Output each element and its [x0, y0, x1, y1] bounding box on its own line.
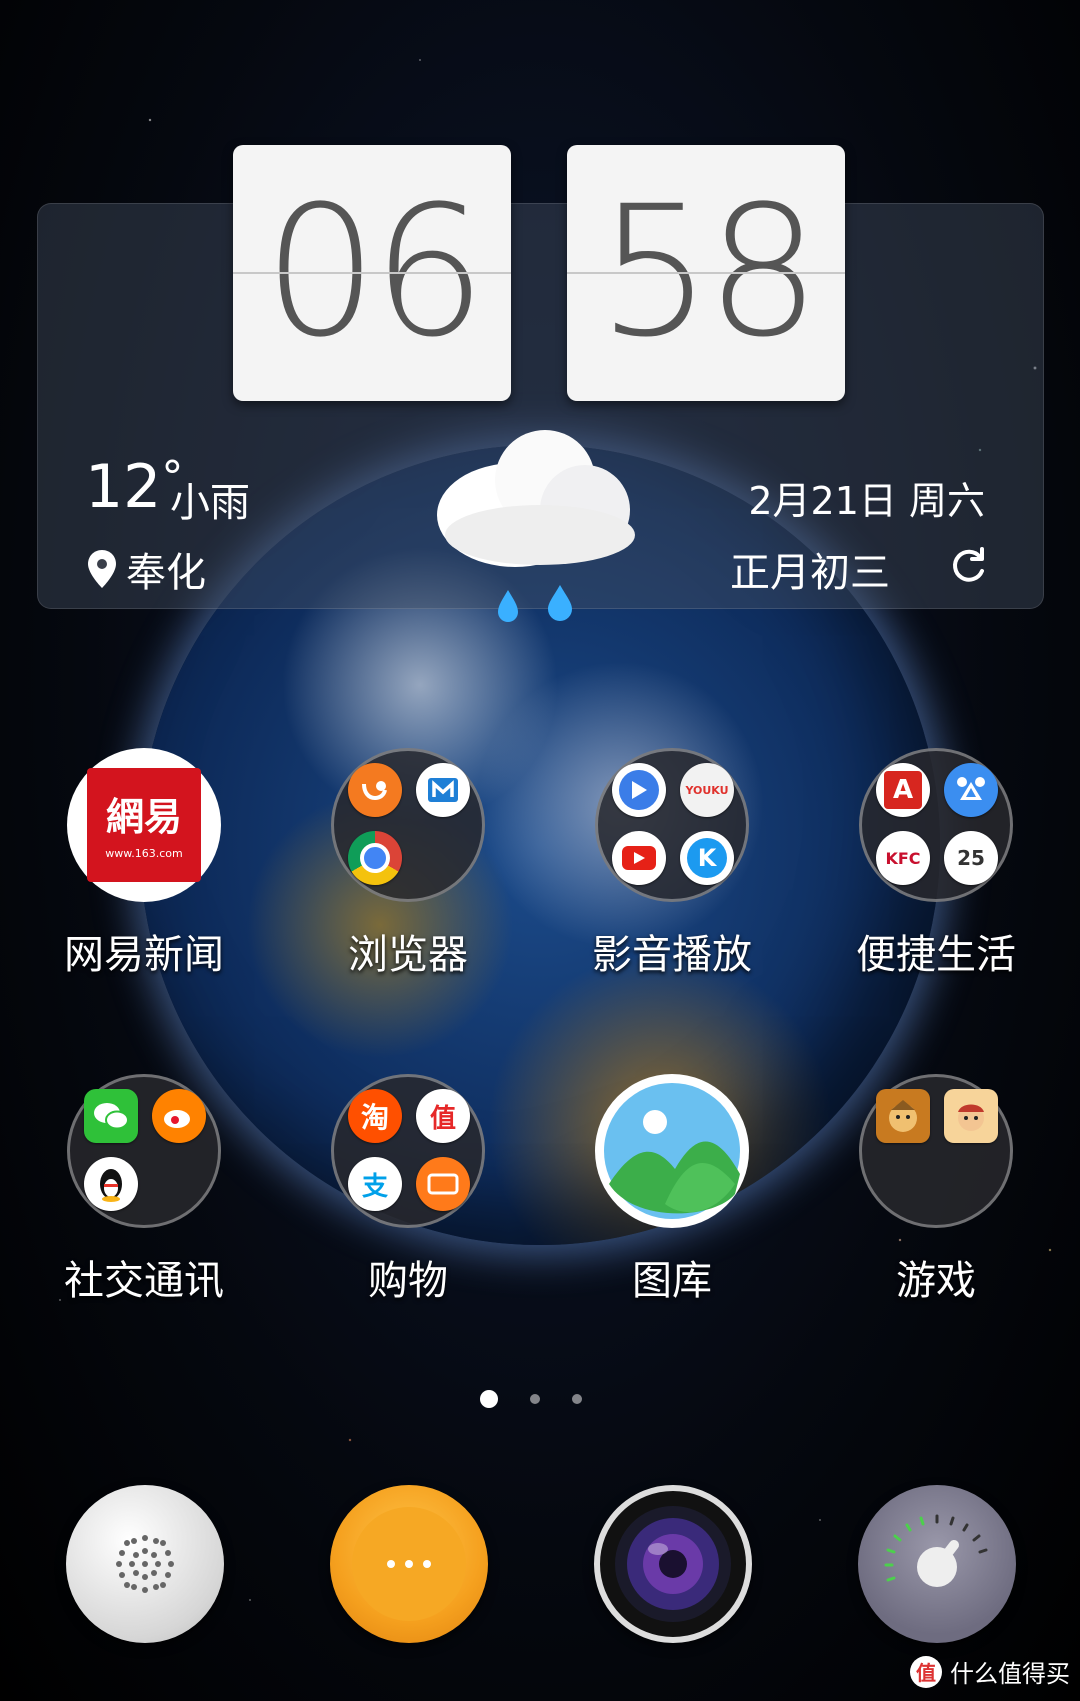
location-pin-icon: [88, 550, 116, 588]
folder-bubble: [859, 1074, 1013, 1228]
lunar-date: 正月初三: [730, 550, 890, 596]
kfc-icon: KFC: [876, 831, 930, 885]
weather-condition: 小雨: [170, 480, 250, 526]
app-gallery[interactable]: 图库: [562, 1074, 782, 1306]
app-netease-news[interactable]: 網易 www.163.com 网易新闻: [34, 748, 254, 980]
gallery-landscape-glyph: [604, 1083, 740, 1219]
location[interactable]: 奉化: [88, 540, 206, 598]
wechat-icon: [84, 1089, 138, 1143]
play-icon: [632, 781, 647, 799]
clock-minutes: 58: [597, 168, 820, 377]
video-player-icon: [612, 763, 666, 817]
gallery-icon: [595, 1074, 749, 1228]
settings-knob-glyph: [884, 1514, 988, 1587]
netease-logo-url: www.163.com: [105, 847, 183, 860]
clash-of-clans-icon: [876, 1089, 930, 1143]
netease-logo-text: 網易: [105, 794, 182, 839]
calendar-icon: 25: [944, 831, 998, 885]
city-name: 奉化: [126, 550, 206, 596]
folder-media[interactable]: YOUKU K 影音播放: [562, 748, 782, 980]
youku-text: YOUKU: [685, 783, 729, 797]
kugou-icon: K: [680, 831, 734, 885]
watermark: 值 什么值得买: [910, 1654, 1070, 1689]
tuniu-glyph: [427, 1173, 459, 1195]
folder-label: 影音播放: [592, 932, 752, 978]
tuniu-icon: [416, 1157, 470, 1211]
page-dot[interactable]: [530, 1394, 540, 1404]
folder-bubble: YOUKU K: [595, 748, 749, 902]
baidu-map-glyph: [957, 777, 985, 800]
taobao-text: 淘: [360, 1101, 389, 1134]
dot: [405, 1560, 413, 1568]
uc-browser-glyph: [362, 781, 387, 801]
app-label: 图库: [632, 1258, 712, 1304]
folder-label: 浏览器: [348, 932, 468, 978]
folder-browser[interactable]: 浏览器: [298, 748, 518, 980]
clock-hours-card[interactable]: 06: [233, 145, 511, 401]
page-indicator[interactable]: [480, 1390, 582, 1408]
kugou-letter: K: [687, 838, 727, 878]
folder-social[interactable]: 社交通讯: [34, 1074, 254, 1306]
maxthon-glyph: [428, 778, 458, 802]
app-drawer-icon[interactable]: [330, 1485, 488, 1643]
page-dot-active[interactable]: [480, 1390, 498, 1408]
a-app-letter: A: [884, 771, 922, 809]
youtube-icon: [612, 831, 666, 885]
taobao-icon: 淘: [348, 1089, 402, 1143]
temperature: 12°: [85, 452, 184, 522]
netease-news-icon: 網易 www.163.com: [67, 748, 221, 902]
weibo-icon: [152, 1089, 206, 1143]
folder-label: 游戏: [896, 1258, 976, 1304]
game-icon: [944, 1089, 998, 1143]
wechat-glyph: [94, 1103, 129, 1130]
page-dot[interactable]: [572, 1394, 582, 1404]
qq-penguin-glyph: [100, 1169, 122, 1202]
uc-browser-icon: [348, 763, 402, 817]
calendar-day: 25: [957, 846, 985, 870]
youtube-play-glyph: [634, 852, 645, 864]
a-app-icon: A: [876, 763, 930, 817]
youku-icon: YOUKU: [680, 763, 734, 817]
dot: [423, 1560, 431, 1568]
camera-icon[interactable]: [594, 1485, 752, 1643]
folder-shopping[interactable]: 淘 值 支 购物: [298, 1074, 518, 1306]
watermark-text: 什么值得买: [950, 1660, 1070, 1688]
speaker-grille-glyph: [116, 1535, 174, 1593]
folder-games[interactable]: 游戏: [826, 1074, 1046, 1306]
folder-label: 便捷生活: [856, 932, 1016, 978]
folder-label: 社交通讯: [64, 1258, 224, 1304]
folder-bubble: 淘 值 支: [331, 1074, 485, 1228]
qq-icon: [84, 1157, 138, 1211]
game-character-glyph: [958, 1104, 984, 1131]
solar-date: 2月21日 周六: [748, 479, 985, 523]
refresh-icon[interactable]: [948, 545, 988, 585]
weibo-glyph: [164, 1110, 190, 1128]
dot: [387, 1560, 395, 1568]
phone-dialer-icon[interactable]: [66, 1485, 224, 1643]
clock-minutes-card[interactable]: 58: [567, 145, 845, 401]
alipay-text: 支: [361, 1171, 388, 1202]
rain-cloud-icon: [437, 430, 635, 622]
alipay-icon: 支: [348, 1157, 402, 1211]
clock-hours: 06: [263, 168, 486, 377]
smzdm-icon: 值: [416, 1089, 470, 1143]
app-label: 网易新闻: [64, 932, 224, 978]
folder-bubble: [331, 748, 485, 902]
kfc-text: KFC: [885, 848, 921, 868]
folder-bubble: [67, 1074, 221, 1228]
chrome-icon: [348, 831, 402, 885]
clash-warrior-glyph: [889, 1100, 917, 1132]
folder-life[interactable]: A KFC 25 便捷生活: [826, 748, 1046, 980]
maxthon-icon: [416, 763, 470, 817]
watermark-badge: 值: [910, 1655, 942, 1688]
camera-lens-glyph: [615, 1506, 731, 1622]
folder-bubble: A KFC 25: [859, 748, 1013, 902]
smzdm-text: 值: [429, 1103, 456, 1134]
settings-dial-icon[interactable]: [858, 1485, 1016, 1643]
folder-label: 购物: [368, 1258, 448, 1304]
baidu-map-icon: [944, 763, 998, 817]
